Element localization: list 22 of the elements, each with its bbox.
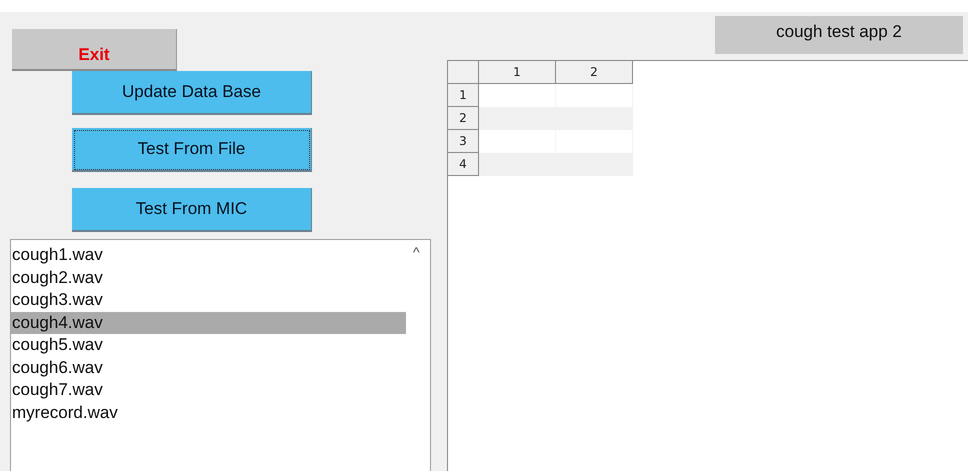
- row-header: 3: [448, 130, 479, 153]
- table-cell[interactable]: [479, 153, 556, 176]
- file-list-item[interactable]: cough4.wav: [11, 312, 406, 334]
- file-list-item[interactable]: cough1.wav: [11, 244, 406, 266]
- action-button[interactable]: Update Data Base: [72, 71, 312, 115]
- file-list-item[interactable]: cough5.wav: [11, 334, 406, 356]
- file-list-item[interactable]: cough3.wav: [11, 289, 406, 312]
- table-cell[interactable]: [479, 107, 556, 130]
- file-list-item[interactable]: myrecord.wav: [11, 402, 406, 424]
- file-list-item[interactable]: cough7.wav: [11, 379, 406, 402]
- scroll-up-arrow[interactable]: ^: [413, 244, 420, 260]
- row-header: 1: [448, 84, 479, 107]
- row-header: 4: [448, 153, 479, 176]
- action-button[interactable]: Test From File: [72, 128, 312, 172]
- file-list-item[interactable]: cough6.wav: [11, 356, 406, 379]
- file-list-item[interactable]: cough2.wav: [11, 266, 406, 289]
- column-header: 2: [556, 61, 633, 84]
- action-button[interactable]: Test From MIC: [72, 188, 312, 232]
- file-list[interactable]: cough1.wav cough2.wav cough3.wav cough4.wav cough5.wav cough6.wav cough7.wav myrecord.wav ^: [10, 239, 431, 471]
- row-header: 2: [448, 107, 479, 130]
- app-title: cough test app 2: [715, 16, 963, 54]
- column-header: 1: [479, 61, 556, 84]
